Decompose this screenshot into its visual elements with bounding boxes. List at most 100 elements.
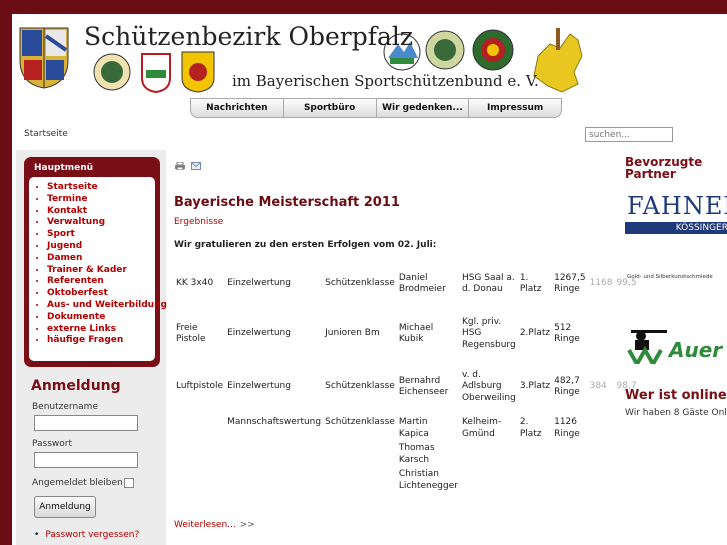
who-is-online-title: Wer ist online <box>625 388 727 403</box>
read-more-label[interactable]: Weiterlesen... <box>174 520 236 530</box>
menu-item-jugend[interactable]: Jugend <box>47 241 155 253</box>
main-content: Bayerische Meisterschaft 2011 Ergebnisse… <box>172 150 637 545</box>
nav-item-wir-gedenken[interactable]: Wir gedenken... <box>377 99 470 117</box>
cell-score: 1267,5 Ringe <box>554 272 586 295</box>
cell-score: 482,7 Ringe <box>554 375 580 398</box>
cell-class: Schützenklasse <box>325 417 395 427</box>
site-subtitle: im Bayerischen Sportschützenbund e. V. <box>232 72 539 90</box>
ad-fahnen-logo: FAHNEN <box>627 192 727 220</box>
menu-item-referenten[interactable]: Referenten <box>47 276 155 288</box>
cell-type: Einzelwertung <box>227 278 291 289</box>
login-title: Anmeldung <box>31 378 121 394</box>
ad-auer-logo: Auer <box>669 338 723 362</box>
ad-goldschmiede-logo: Gold- und Silberkunstschmiede <box>627 274 713 280</box>
cell-extra-1: 1168 <box>589 278 613 289</box>
cell-discipline: Freie Pistole <box>176 322 206 345</box>
club-emblem-3-icon <box>181 51 215 93</box>
site-title: Schützenbezirk Oberpfalz <box>84 22 414 51</box>
cell-type: Einzelwertung <box>227 328 291 339</box>
online-guests-text: Wir haben 8 Gäste Online <box>625 408 727 418</box>
menu-item-damen[interactable]: Damen <box>47 253 155 265</box>
cell-names: Michael Kubik <box>398 322 434 345</box>
left-sidebar: Hauptmenü Startseite Termine Kontakt Ver… <box>16 150 167 545</box>
team-member-name: Thomas Karsch <box>398 443 435 465</box>
cell-club: HSG Saal a. d. Donau <box>461 272 515 295</box>
cell-club: v. d. Adlsburg Oberweiling <box>461 369 516 403</box>
club-emblem-1-icon <box>93 53 131 91</box>
ad-fahnen[interactable]: FAHNEN KÖSSINGER <box>625 190 727 238</box>
cell-discipline: KK 3x40 <box>176 278 214 289</box>
cell-extra-1 <box>588 414 615 498</box>
password-field[interactable] <box>34 452 138 468</box>
read-more-arrow: >> <box>239 520 255 530</box>
cell-discipline <box>174 414 225 498</box>
club-emblem-6-icon <box>472 29 514 71</box>
username-field[interactable] <box>34 415 138 431</box>
menu-item-haeufige-fragen[interactable]: häufige Fragen <box>47 335 155 347</box>
cell-place: 1. Platz <box>519 272 542 295</box>
results-table: KK 3x40 Einzelwertung Schützenklasse Dan… <box>174 260 639 498</box>
menu-item-verwaltung[interactable]: Verwaltung <box>47 217 155 229</box>
cell-names: Martin Kapica Thomas Karsch Christian Lich… <box>397 414 460 498</box>
main-menu-list-container: Startseite Termine Kontakt Verwaltung Sp… <box>29 177 167 361</box>
club-emblem-2-icon <box>141 53 171 94</box>
nav-item-nachrichten[interactable]: Nachrichten <box>191 99 284 117</box>
cell-names: Daniel Brodmeier <box>398 272 446 295</box>
rifle-shooter-icon <box>627 330 667 364</box>
cell-score: 1126 Ringe <box>554 417 580 439</box>
nav-item-impressum[interactable]: Impressum <box>469 99 561 117</box>
page-frame: Schützenbezirk Oberpfalz im Bayerischen … <box>12 14 727 545</box>
remember-checkbox[interactable] <box>124 478 134 488</box>
menu-item-startseite[interactable]: Startseite <box>47 182 155 194</box>
cell-score: 512 Ringe <box>554 322 580 345</box>
cell-place: 3.Platz <box>519 381 551 392</box>
email-icon[interactable] <box>190 162 201 170</box>
cell-place: 2.Platz <box>519 328 551 339</box>
print-icon[interactable] <box>175 162 185 170</box>
article-subtitle: Ergebnisse <box>174 217 224 227</box>
sponsors-title: Bevorzugte Partner <box>625 155 703 181</box>
table-row: Freie Pistole Einzelwertung Junioren Bm … <box>174 308 639 360</box>
username-label: Benutzername <box>32 402 98 412</box>
site-header: Schützenbezirk Oberpfalz im Bayerischen … <box>14 16 594 98</box>
search-input[interactable] <box>585 127 673 142</box>
top-navigation: Nachrichten Sportbüro Wir gedenken... Im… <box>190 98 562 118</box>
cell-discipline: Luftpistole <box>176 381 224 392</box>
table-row: Luftpistole Einzelwertung Schützenklasse… <box>174 360 639 414</box>
cell-class: Schützenklasse <box>325 381 395 392</box>
main-menu: Hauptmenü Startseite Termine Kontakt Ver… <box>24 157 167 367</box>
article-icons <box>175 162 204 173</box>
menu-item-sport[interactable]: Sport <box>47 229 155 241</box>
cell-type: Mannschaftswertung <box>227 417 322 427</box>
cell-names: Bernahrd Eichenseer <box>398 375 449 398</box>
menu-item-aus-weiterbildung[interactable]: Aus- und Weiterbildung <box>47 300 167 312</box>
menu-item-externe-links[interactable]: externe Links <box>47 324 155 336</box>
team-member-list: Martin Kapica Thomas Karsch Christian Lich… <box>399 417 458 492</box>
password-label: Passwort <box>32 439 73 449</box>
cell-class: Junioren Bm <box>325 328 380 339</box>
article-intro: Wir gratulieren zu den ersten Erfolgen v… <box>174 240 437 250</box>
menu-item-termine[interactable]: Termine <box>47 194 155 206</box>
table-row: KK 3x40 Einzelwertung Schützenklasse Dan… <box>174 260 639 308</box>
read-more-link[interactable]: Weiterlesen... >> <box>174 520 255 530</box>
menu-item-trainer-kader[interactable]: Trainer & Kader <box>47 265 155 277</box>
cell-place: 2. Platz <box>519 417 542 439</box>
remember-label: Angemeldet bleiben <box>32 478 123 488</box>
nav-item-sportbuero[interactable]: Sportbüro <box>284 99 377 117</box>
menu-item-kontakt[interactable]: Kontakt <box>47 206 155 218</box>
ad-fahnen-sub: KÖSSINGER <box>625 222 727 234</box>
menu-item-oktoberfest[interactable]: Oktoberfest <box>47 288 155 300</box>
article-title: Bayerische Meisterschaft 2011 <box>174 195 400 210</box>
main-menu-heading: Hauptmenü <box>34 163 94 173</box>
cell-club: Kgl. priv. HSG Regensburg <box>461 316 516 350</box>
menu-item-dokumente[interactable]: Dokumente <box>47 312 155 324</box>
table-row: Mannschaftswertung Schützenklasse Martin… <box>174 414 639 498</box>
cell-extra-1 <box>588 308 615 360</box>
cell-extra-1: 384 <box>589 381 607 392</box>
ad-goldschmiede[interactable]: Gold- und Silberkunstschmiede <box>625 268 727 290</box>
login-button[interactable]: Anmeldung <box>34 496 96 518</box>
ad-auer[interactable]: Auer <box>625 318 727 366</box>
breadcrumb[interactable]: Startseite <box>24 129 68 139</box>
forgot-password-link[interactable]: Passwort vergessen? <box>34 530 139 540</box>
team-member-name: Martin Kapica <box>398 417 429 439</box>
